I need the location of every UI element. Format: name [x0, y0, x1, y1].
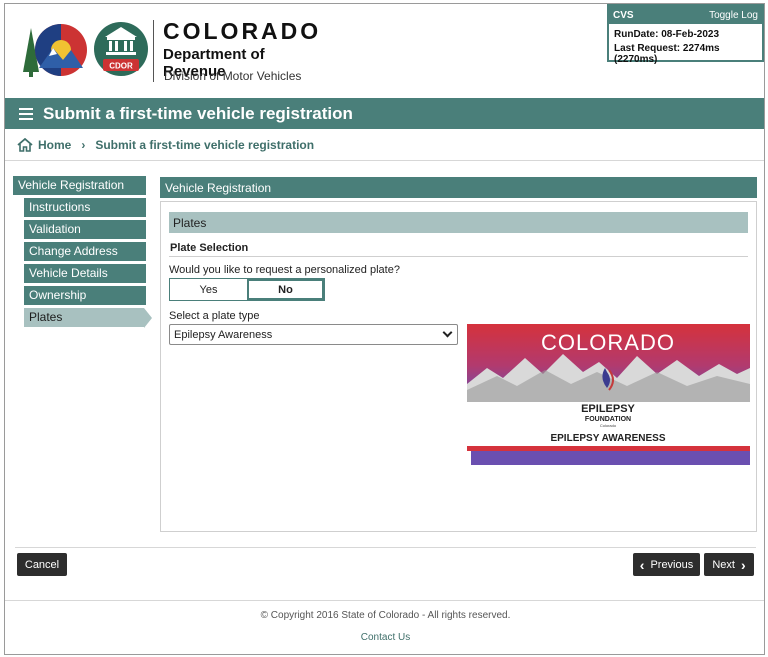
page-title: Submit a first-time vehicle registration	[43, 103, 353, 123]
chevron-right-icon: ›	[740, 556, 746, 573]
section-title: Plates	[169, 212, 748, 233]
app-window: CDOR COLORADO Department of Revenue Divi…	[4, 3, 765, 655]
cancel-button[interactable]: Cancel	[17, 553, 67, 576]
footer-divider	[5, 600, 764, 601]
contact-us-link[interactable]: Contact Us	[5, 632, 764, 643]
subsection-divider	[169, 256, 748, 257]
sidebar-item-change-address[interactable]: Change Address	[24, 242, 146, 261]
footer-divider-top	[15, 547, 756, 548]
run-date: RunDate: 08-Feb-2023	[614, 29, 720, 40]
sidebar-item-ownership[interactable]: Ownership	[24, 286, 146, 305]
sidebar-item-vehicle-details[interactable]: Vehicle Details	[24, 264, 146, 283]
plate-org-line1: EPILEPSY	[581, 403, 635, 415]
colorado-logo-icon	[23, 24, 87, 77]
plate-state-text: COLORADO	[541, 330, 675, 355]
home-icon[interactable]	[17, 138, 33, 152]
active-item-arrow-icon	[144, 308, 152, 328]
sidebar-heading[interactable]: Vehicle Registration	[13, 176, 146, 195]
option-no-button[interactable]: No	[246, 279, 324, 300]
plate-caption: EPILEPSY AWARENESS	[550, 433, 665, 444]
seal-text: CDOR	[109, 62, 133, 71]
plate-preview-image: COLORADO EPILEPSY FOUNDATION Colorado EP…	[467, 324, 750, 466]
breadcrumb: Home › Submit a first-time vehicle regis…	[17, 138, 314, 152]
toggle-log-link[interactable]: Toggle Log	[709, 10, 758, 21]
header-logo: CDOR COLORADO Department of Revenue Divi…	[21, 16, 331, 88]
chevron-left-icon: ‹	[639, 556, 645, 573]
sidebar-item-plates[interactable]: Plates	[24, 308, 144, 327]
personalized-plate-question: Would you like to request a personalized…	[169, 264, 400, 276]
breadcrumb-current[interactable]: Submit a first-time vehicle registration	[95, 138, 314, 152]
breadcrumb-home[interactable]: Home	[38, 138, 71, 152]
sidebar-item-validation[interactable]: Validation	[24, 220, 146, 239]
cvs-label: CVS	[613, 9, 634, 21]
logo-divider	[153, 20, 154, 82]
chevron-down-icon	[442, 327, 453, 338]
previous-button-label: Previous	[650, 558, 694, 571]
org-title: COLORADO	[163, 18, 322, 44]
cvs-debug-panel: CVS Toggle Log RunDate: 08-Feb-2023 Last…	[607, 4, 764, 65]
plate-org-line3: Colorado	[600, 423, 617, 428]
panel-heading: Vehicle Registration	[160, 177, 757, 198]
division-name: Division of Motor Vehicles	[164, 69, 302, 83]
plate-org-line2: FOUNDATION	[585, 416, 631, 423]
header-divider	[5, 160, 764, 161]
previous-button[interactable]: ‹ Previous	[633, 553, 700, 576]
sidebar-item-instructions[interactable]: Instructions	[24, 198, 146, 217]
page-title-bar: Submit a first-time vehicle registration	[5, 98, 764, 129]
next-button-label: Next	[712, 558, 735, 571]
breadcrumb-separator-icon: ›	[81, 138, 86, 152]
cdor-seal-icon: CDOR	[94, 22, 148, 76]
subsection-title: Plate Selection	[170, 242, 249, 254]
plates-panel: Plates Plate Selection Would you like to…	[160, 201, 757, 532]
personalized-plate-toggle: Yes No	[169, 278, 325, 301]
menu-icon[interactable]	[19, 105, 33, 123]
plate-type-value: Epilepsy Awareness	[174, 328, 273, 341]
cvs-header: CVS Toggle Log	[609, 6, 762, 24]
plate-type-label: Select a plate type	[169, 310, 260, 322]
next-button[interactable]: Next ›	[704, 553, 754, 576]
plate-type-select[interactable]: Epilepsy Awareness	[169, 324, 458, 345]
last-request: Last Request: 2274ms (2270ms)	[614, 43, 720, 65]
option-yes-button[interactable]: Yes	[170, 279, 247, 300]
copyright-text: © Copyright 2016 State of Colorado - All…	[260, 610, 511, 621]
